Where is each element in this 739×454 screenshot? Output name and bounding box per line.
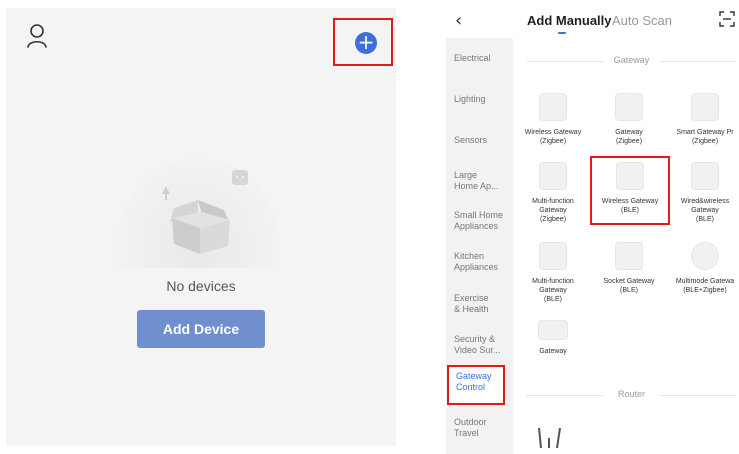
category-electrical[interactable]: Electrical bbox=[446, 53, 513, 64]
device-name: Socket Gateway (BLE) bbox=[603, 278, 655, 294]
add-device-screen: ‹ Add Manually Auto Scan Electrical Ligh… bbox=[443, 0, 739, 454]
device-image bbox=[538, 320, 568, 340]
add-device-button[interactable]: Add Device bbox=[137, 310, 265, 348]
device-multifunction-gateway-ble[interactable]: Multi-function Gateway (BLE) bbox=[515, 242, 591, 304]
home-screen: + No devices Add Device bbox=[6, 8, 396, 446]
device-name: Wireless Gateway (Zigbee) bbox=[524, 129, 582, 145]
device-image bbox=[616, 162, 644, 190]
screenshot: + No devices Add Device ‹ Add Manually A… bbox=[0, 0, 739, 454]
section-title: Gateway bbox=[613, 55, 650, 65]
category-lighting[interactable]: Lighting bbox=[446, 94, 513, 105]
empty-state-text: No devices bbox=[166, 278, 236, 294]
device-name: Wireless Gateway (BLE) bbox=[601, 198, 659, 214]
category-small-home-appliances[interactable]: Small Home Appliances bbox=[446, 210, 513, 232]
device-name: Multimode Gatewa (BLE+Zigbee) bbox=[675, 278, 735, 294]
category-security-video[interactable]: Security & Video Sur... bbox=[446, 334, 513, 356]
scan-frame-icon[interactable] bbox=[719, 11, 735, 27]
category-sidebar: Electrical Lighting Sensors Large Home A… bbox=[446, 38, 513, 454]
add-button-highlight: + bbox=[333, 18, 393, 66]
device-multimode-gateway[interactable]: Multimode Gatewa (BLE+Zigbee) bbox=[669, 242, 739, 295]
device-name: Multi-function Gateway (BLE) bbox=[532, 278, 574, 303]
active-tab-indicator bbox=[558, 32, 566, 34]
device-multifunction-gateway-zigbee[interactable]: Multi-function Gateway (Zigbee) bbox=[515, 162, 591, 224]
device-wireless-gateway-zigbee[interactable]: Wireless Gateway (Zigbee) bbox=[515, 93, 591, 146]
device-socket-gateway-ble[interactable]: Socket Gateway (BLE) bbox=[591, 242, 667, 295]
section-title: Router bbox=[617, 389, 645, 399]
device-image bbox=[691, 242, 719, 270]
device-name: Gateway (Zigbee) bbox=[615, 129, 643, 145]
device-gateway[interactable]: Gateway bbox=[515, 320, 591, 356]
category-outdoor-travel[interactable]: Outdoor Travel bbox=[446, 417, 513, 439]
category-large-home-appliances[interactable]: Large Home Ap... bbox=[446, 170, 513, 192]
device-gateway-zigbee[interactable]: Gateway (Zigbee) bbox=[591, 93, 667, 146]
device-name: Gateway bbox=[539, 348, 567, 355]
tab-auto-scan[interactable]: Auto Scan bbox=[612, 13, 672, 28]
device-image bbox=[539, 162, 567, 190]
category-sensors[interactable]: Sensors bbox=[446, 135, 513, 146]
category-kitchen-appliances[interactable]: Kitchen Appliances bbox=[446, 251, 513, 273]
device-wireless-gateway-ble[interactable]: Wireless Gateway (BLE) bbox=[592, 162, 668, 215]
empty-box-illustration bbox=[162, 170, 248, 254]
device-image bbox=[615, 93, 643, 121]
section-header-router: Router bbox=[526, 388, 736, 402]
router-image bbox=[538, 427, 561, 448]
device-name: Smart Gateway Pr (Zigbee) bbox=[676, 129, 734, 145]
device-smart-gateway-pro-zigbee[interactable]: Smart Gateway Pr (Zigbee) bbox=[669, 93, 739, 146]
device-name: Wired&wireless Gateway (BLE) bbox=[680, 198, 730, 223]
device-image bbox=[691, 93, 719, 121]
device-image bbox=[539, 242, 567, 270]
tab-add-manually[interactable]: Add Manually bbox=[527, 13, 612, 28]
section-header-gateway: Gateway bbox=[526, 54, 736, 68]
back-icon[interactable]: ‹ bbox=[455, 10, 462, 31]
device-name: Multi-function Gateway (Zigbee) bbox=[532, 198, 574, 223]
device-image bbox=[615, 242, 643, 270]
person-icon[interactable] bbox=[26, 23, 48, 49]
device-wired-wireless-gateway-ble[interactable]: Wired&wireless Gateway (BLE) bbox=[669, 162, 739, 224]
add-circle-icon[interactable]: + bbox=[355, 32, 377, 54]
category-exercise-health[interactable]: Exercise & Health bbox=[446, 293, 513, 315]
device-image bbox=[539, 93, 567, 121]
category-gateway-control[interactable]: Gateway Control bbox=[447, 365, 505, 405]
device-image bbox=[691, 162, 719, 190]
